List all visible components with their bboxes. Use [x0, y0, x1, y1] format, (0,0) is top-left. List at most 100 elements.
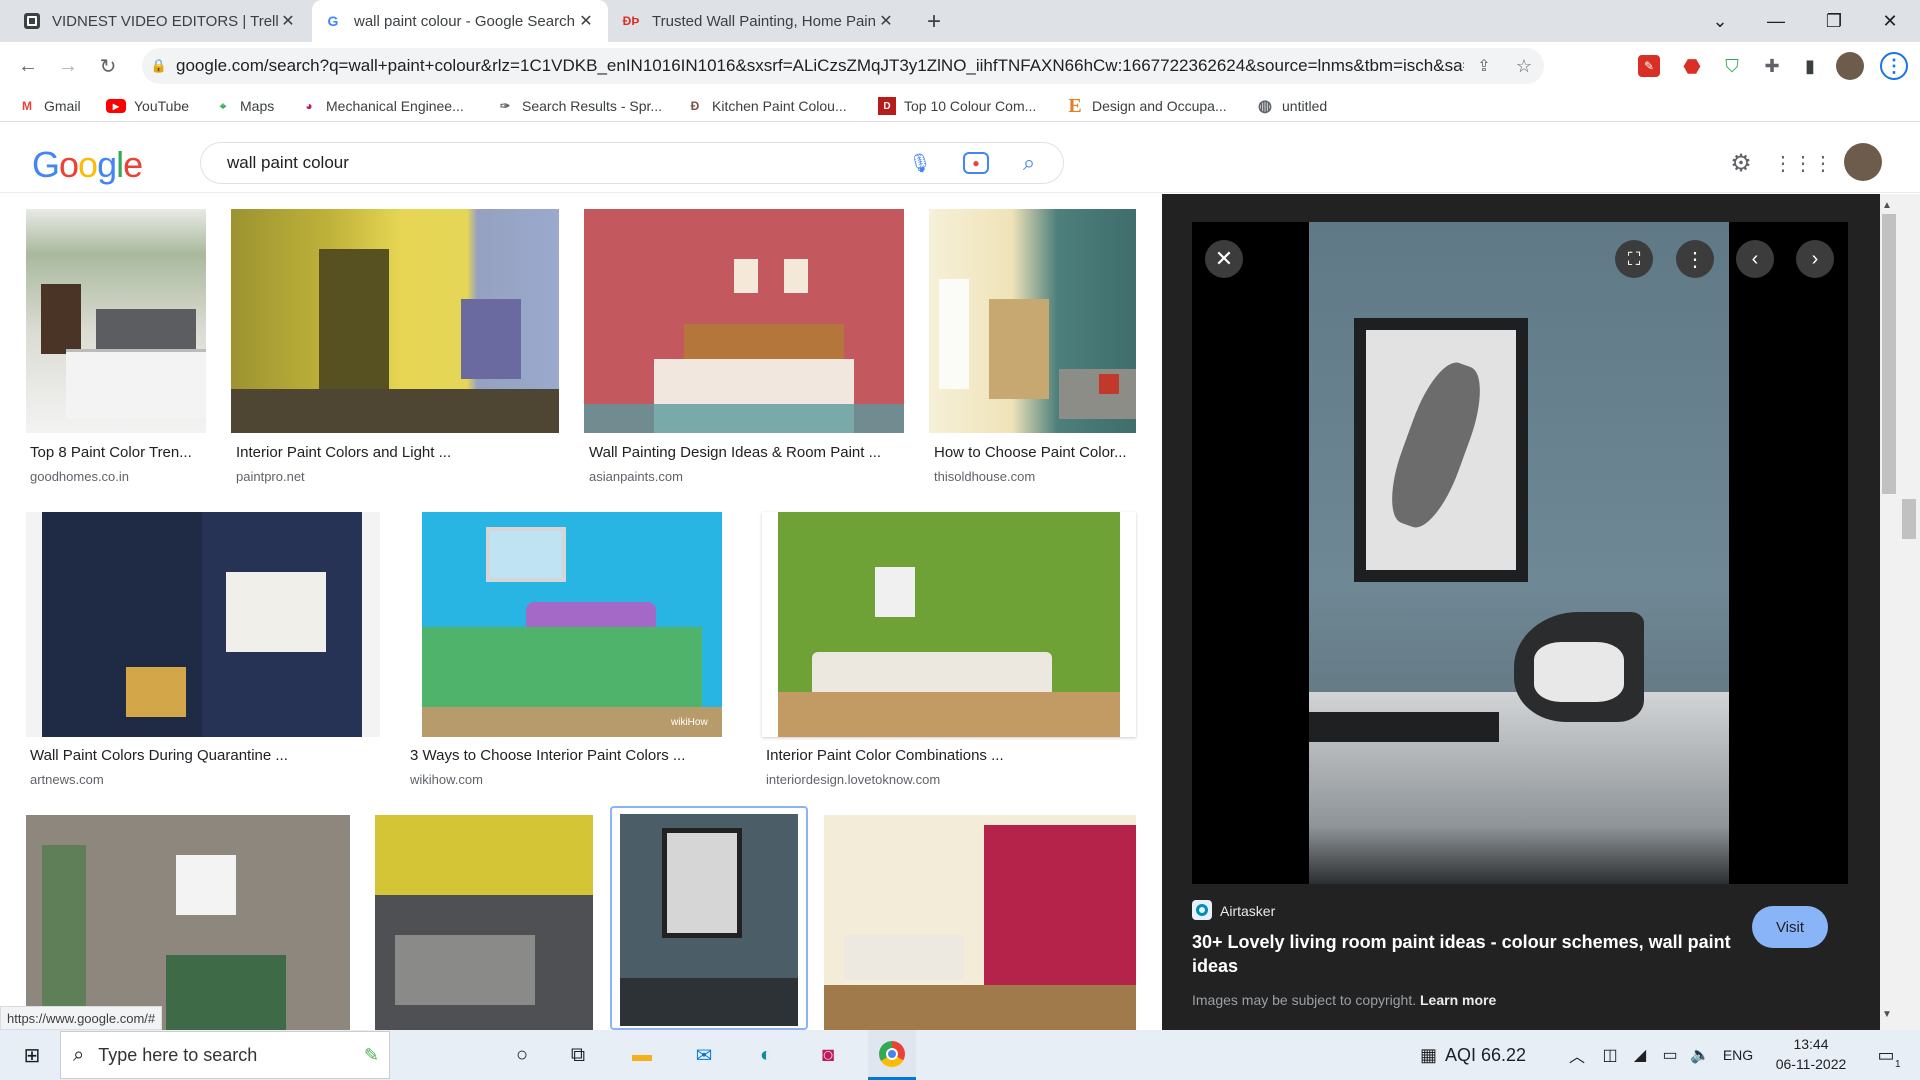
tab-trello[interactable]: VIDNEST VIDEO EDITORS | Trello ✕ [12, 0, 310, 42]
windows-start-icon[interactable]: ⊞ [8, 1030, 56, 1080]
volume-icon[interactable]: 🔈 [1686, 1030, 1714, 1080]
result-title[interactable]: Interior Paint Color Combinations ... [766, 747, 1136, 764]
shield-extension-icon[interactable]: ⛉ [1718, 52, 1746, 80]
apps-grid-icon[interactable]: ⋮⋮⋮ [1773, 148, 1833, 178]
bookmark-kitchen-paint[interactable]: Ð Kitchen Paint Colou... [686, 94, 847, 118]
site-icon: ÐÞ [622, 14, 640, 28]
show-hidden-icons[interactable]: ︿ [1562, 1030, 1592, 1080]
result-image-4[interactable] [929, 209, 1136, 433]
bookmark-star-icon[interactable]: ☆ [1504, 56, 1544, 77]
scroll-down-arrow-icon[interactable]: ▼ [1882, 1009, 1892, 1020]
result-image-11[interactable] [824, 815, 1136, 1030]
restore-button[interactable]: ❐ [1806, 0, 1862, 42]
scroll-up-arrow-icon[interactable]: ▲ [1882, 200, 1892, 211]
meet-now-icon[interactable]: ◫ [1596, 1030, 1624, 1080]
close-window-button[interactable]: ✕ [1862, 0, 1918, 42]
edge-icon[interactable]: ◐ [744, 1030, 788, 1080]
result-image-8[interactable] [26, 815, 350, 1030]
microphone-icon[interactable]: 🎙 [905, 148, 935, 178]
bookmark-untitled[interactable]: ◍ untitled [1256, 94, 1327, 118]
settings-gear-icon[interactable]: ⚙ [1726, 148, 1756, 178]
mail-icon[interactable]: ✉ [682, 1030, 726, 1080]
chrome-taskbar-icon[interactable] [868, 1030, 916, 1080]
reload-button[interactable]: ↻ [92, 50, 124, 82]
lens-search-icon[interactable]: ⛶ [1615, 240, 1653, 278]
cortana-icon[interactable]: ○ [500, 1030, 544, 1080]
preview-image[interactable] [1309, 222, 1729, 884]
preview-site-name[interactable]: Airtasker [1220, 903, 1275, 919]
menu-kebab-icon[interactable]: ⋮ [1880, 52, 1908, 80]
result-title[interactable]: Wall Painting Design Ideas & Room Paint … [589, 444, 899, 461]
bookmark-search-results[interactable]: ✑ Search Results - Spr... [496, 94, 662, 118]
bookmark-mechanical[interactable]: ◕ Mechanical Enginee... [300, 94, 463, 118]
scroll-thumb[interactable] [1882, 214, 1896, 494]
close-tab-icon[interactable]: ✕ [576, 11, 596, 31]
next-image-icon[interactable]: › [1796, 240, 1834, 278]
result-source: wikihow.com [410, 772, 483, 787]
previous-image-icon[interactable]: ‹ [1736, 240, 1774, 278]
status-url: https://www.google.com/# [0, 1006, 163, 1030]
adblock-extension-icon[interactable]: ⬣ [1678, 52, 1706, 80]
taskbar-search-box[interactable]: ⌕ Type here to search ✎ [60, 1031, 390, 1079]
new-tab-button[interactable]: + [918, 6, 950, 38]
aqi-widget[interactable]: ▦ AQI 66.22 [1420, 1030, 1550, 1080]
result-image-3[interactable] [584, 209, 904, 433]
tab-wall-painting[interactable]: ÐÞ Trusted Wall Painting, Home Pain ✕ [610, 0, 908, 42]
battery-icon[interactable]: ▭ [1656, 1030, 1684, 1080]
profile-avatar[interactable] [1836, 52, 1864, 80]
bookmark-top10[interactable]: D Top 10 Colour Com... [878, 94, 1036, 118]
language-indicator[interactable]: ENG [1718, 1030, 1758, 1080]
close-tab-icon[interactable]: ✕ [278, 11, 298, 31]
file-explorer-icon[interactable]: ▬ [620, 1030, 664, 1080]
search-icon: ⌕ [73, 1043, 85, 1066]
result-title[interactable]: Interior Paint Colors and Light ... [236, 444, 536, 461]
close-tab-icon[interactable]: ✕ [876, 11, 896, 31]
result-image-1[interactable] [26, 209, 206, 433]
outer-scroll-thumb[interactable] [1902, 499, 1916, 539]
close-preview-button[interactable]: ✕ [1205, 240, 1243, 278]
bookmark-youtube[interactable]: ▶ YouTube [106, 94, 189, 118]
result-image-7[interactable] [762, 512, 1136, 737]
side-panel-icon[interactable]: ▮ [1796, 52, 1824, 80]
result-source: asianpaints.com [589, 469, 683, 484]
search-icon[interactable]: ⌕ [1014, 148, 1044, 178]
result-image-5[interactable] [26, 512, 380, 737]
bookmark-gmail[interactable]: M Gmail [18, 94, 81, 118]
result-title[interactable]: 3 Ways to Choose Interior Paint Colors .… [410, 747, 740, 764]
camera-lens-icon[interactable]: ● [963, 152, 989, 174]
share-icon[interactable]: ⇪ [1464, 56, 1504, 76]
tab-search-button[interactable]: ⌄ [1692, 0, 1748, 42]
bookmark-maps[interactable]: ⌖ Maps [214, 94, 275, 118]
account-avatar[interactable] [1844, 143, 1882, 181]
mechanical-site-icon: ◕ [305, 99, 313, 113]
result-title[interactable]: Wall Paint Colors During Quarantine ... [30, 747, 380, 764]
task-view-icon[interactable]: ⧉ [556, 1030, 600, 1080]
result-image-6[interactable]: wikiHow [406, 512, 746, 737]
puzzle-extensions-icon[interactable]: ✚ [1758, 52, 1786, 80]
back-button[interactable]: ← [12, 50, 44, 82]
result-image-2[interactable] [231, 209, 559, 433]
google-logo[interactable]: Google [32, 144, 143, 186]
forward-button[interactable]: → [52, 50, 84, 82]
trello-icon [24, 13, 40, 29]
result-source: interiordesign.lovetoknow.com [766, 772, 941, 787]
visit-button[interactable]: Visit [1752, 906, 1828, 948]
result-source: thisoldhouse.com [934, 469, 1036, 484]
result-image-10-selected[interactable] [610, 806, 808, 1030]
pdf-extension-icon[interactable]: ✎ [1638, 55, 1660, 77]
clock[interactable]: 13:44 06-11-2022 [1766, 1034, 1856, 1074]
learn-more-link[interactable]: Learn more [1420, 992, 1496, 1008]
wifi-icon[interactable]: ◢ [1626, 1030, 1654, 1080]
bookmark-design[interactable]: E Design and Occupa... [1066, 94, 1226, 118]
photos-icon[interactable]: ◙ [806, 1030, 850, 1080]
preview-title[interactable]: 30+ Lovely living room paint ideas - col… [1192, 930, 1732, 978]
address-bar[interactable]: 🔒 google.com/search?q=wall+paint+colour&… [142, 48, 1544, 84]
minimize-button[interactable]: — [1748, 0, 1804, 42]
notifications-icon[interactable]: ▭ 1 [1866, 1030, 1906, 1080]
result-title[interactable]: Top 8 Paint Color Tren... [30, 444, 206, 461]
more-options-icon[interactable]: ⋮ [1676, 240, 1714, 278]
page-scrollbar[interactable]: ▲ ▼ [1880, 194, 1920, 1030]
tab-google-search[interactable]: G wall paint colour - Google Search ✕ [312, 0, 608, 42]
result-image-9[interactable] [375, 815, 593, 1030]
result-title[interactable]: How to Choose Paint Color... [934, 444, 1134, 461]
